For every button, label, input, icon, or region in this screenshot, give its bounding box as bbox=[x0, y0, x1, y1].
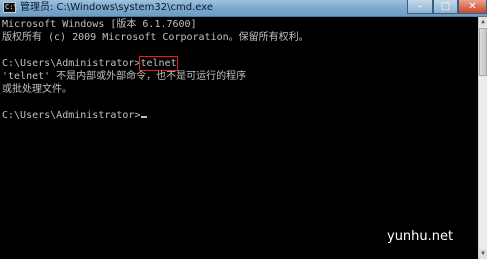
prompt: C:\Users\Administrator> bbox=[2, 110, 141, 121]
minimize-button[interactable]: – bbox=[407, 0, 433, 14]
vertical-scrollbar[interactable]: ▲ ▼ bbox=[478, 17, 487, 259]
command-line: C:\Users\Administrator>telnet bbox=[2, 56, 178, 71]
watermark: yunhu.net bbox=[387, 229, 454, 244]
scroll-down-icon[interactable]: ▼ bbox=[479, 249, 487, 259]
copyright-line: 版权所有 (c) 2009 Microsoft Corporation。保留所有… bbox=[2, 32, 309, 43]
window-title: 管理员: C:\Windows\system32\cmd.exe bbox=[20, 2, 214, 13]
close-button[interactable]: ✕ bbox=[458, 0, 487, 14]
error-line-2: 或批处理文件。 bbox=[2, 84, 72, 95]
scroll-up-icon[interactable]: ▲ bbox=[479, 17, 487, 27]
text-cursor bbox=[141, 116, 148, 118]
cmd-icon[interactable]: C:\ bbox=[3, 2, 18, 13]
maximize-button[interactable]: □ bbox=[433, 0, 458, 14]
prompt: C:\Users\Administrator> bbox=[2, 58, 141, 69]
title-bar[interactable]: C:\ 管理员: C:\Windows\system32\cmd.exe – □… bbox=[0, 0, 487, 17]
error-line-1: 'telnet' 不是内部或外部命令，也不是可运行的程序 bbox=[2, 71, 247, 82]
scrollbar-thumb[interactable] bbox=[479, 28, 487, 76]
version-line: Microsoft Windows [版本 6.1.7600] bbox=[2, 19, 197, 30]
current-prompt-line[interactable]: C:\Users\Administrator> bbox=[2, 109, 148, 122]
telnet-command-highlight: telnet bbox=[139, 56, 178, 71]
console-output[interactable]: Microsoft Windows [版本 6.1.7600] 版权所有 (c)… bbox=[0, 17, 478, 259]
